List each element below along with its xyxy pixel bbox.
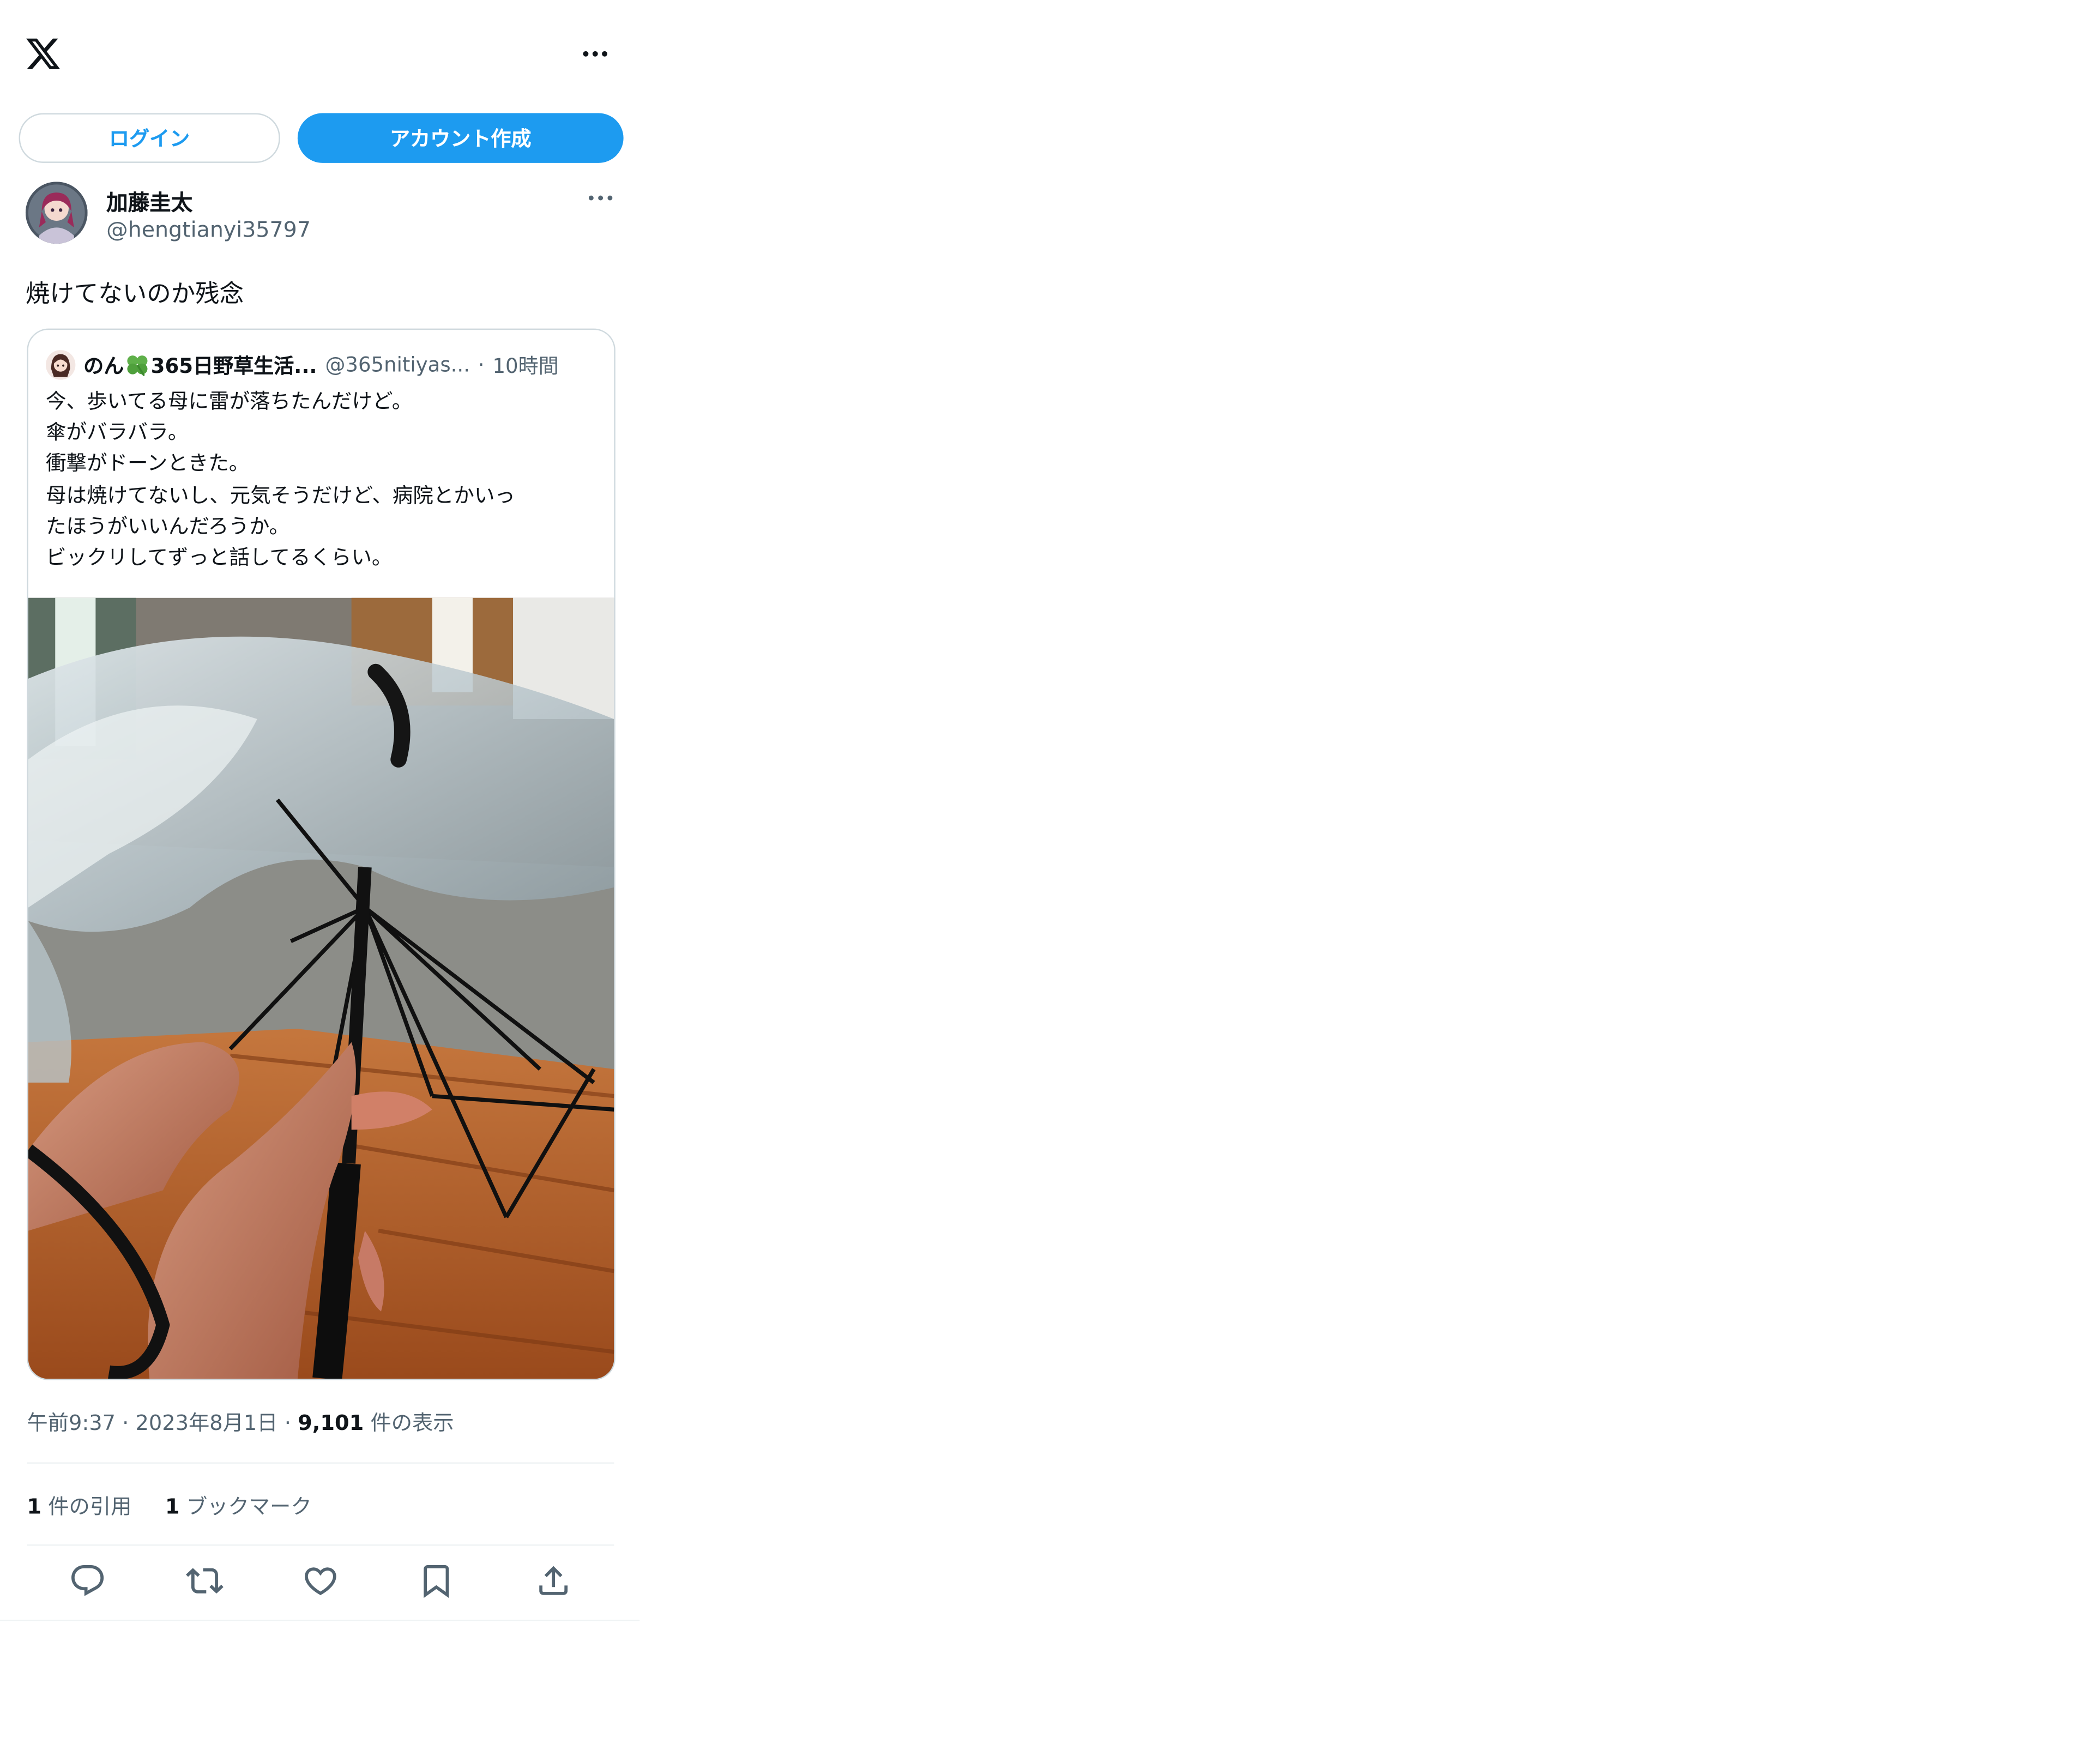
separator-dot: ·	[284, 1411, 291, 1436]
quoted-time[interactable]: 10時間	[492, 351, 558, 379]
divider	[27, 1544, 614, 1546]
tweet-date[interactable]: 2023年8月1日	[136, 1411, 278, 1435]
clover-icon	[127, 354, 148, 376]
share-icon[interactable]	[535, 1562, 572, 1599]
bookmarks-count: 1	[165, 1494, 180, 1519]
reply-icon[interactable]	[69, 1562, 106, 1599]
tweet-text: 焼けてないのか残念	[25, 280, 244, 309]
more-horizontal-icon[interactable]	[576, 40, 614, 67]
quoted-tweet[interactable]: のん 365日野草生活... @365nitiyas... · 10時間 今、歩…	[27, 328, 615, 1380]
views-label: 件の表示	[370, 1411, 454, 1436]
divider	[27, 1462, 614, 1464]
divider	[0, 1620, 640, 1621]
quoted-text-line: たほうがいいんだろうか。	[45, 514, 290, 539]
tweet-page: ログイン アカウント作成 加藤圭太 @hengtianyi35797 焼けてない…	[0, 0, 640, 1621]
retweet-icon[interactable]	[186, 1562, 224, 1599]
quoted-handle[interactable]: @365nitiyas...	[325, 353, 470, 377]
x-logo-icon[interactable]	[24, 35, 62, 73]
quoted-name-suffix: 365日野草生活...	[150, 353, 317, 378]
quotes-label: 件の引用	[48, 1494, 132, 1519]
tweet-time[interactable]: 午前9:37	[27, 1411, 116, 1435]
quoted-text-line: ビックリしてずっと話してるくらい。	[45, 545, 393, 570]
quoted-avatar[interactable]	[45, 350, 76, 380]
bookmarks-stat[interactable]: 1 ブックマーク	[165, 1490, 312, 1520]
signup-button[interactable]: アカウント作成	[297, 113, 624, 163]
auth-buttons: ログイン アカウント作成	[19, 113, 624, 163]
more-horizontal-icon[interactable]	[583, 187, 618, 209]
login-button[interactable]: ログイン	[19, 113, 280, 163]
author-name[interactable]: 加藤圭太	[106, 184, 192, 216]
quoted-name[interactable]: のん 365日野草生活...	[83, 351, 317, 379]
tweet-meta: 午前9:37 · 2023年8月1日 · 9,101 件の表示	[27, 1407, 454, 1436]
like-icon[interactable]	[301, 1562, 339, 1599]
quotes-stat[interactable]: 1 件の引用	[27, 1490, 131, 1520]
tweet-actions	[27, 1562, 614, 1602]
quoted-text-line: 傘がバラバラ。	[45, 420, 189, 445]
bookmark-icon[interactable]	[418, 1562, 455, 1599]
quoted-text-line: 今、歩いてる母に雷が落ちたんだけど。	[45, 389, 413, 414]
tweet-author: 加藤圭太 @hengtianyi35797	[25, 182, 618, 249]
quotes-count: 1	[27, 1494, 42, 1519]
quoted-tweet-header: のん 365日野草生活... @365nitiyas... · 10時間	[45, 349, 605, 381]
separator-dot: ·	[478, 353, 485, 377]
quoted-photo[interactable]	[28, 597, 614, 1379]
separator-dot: ·	[122, 1411, 129, 1436]
bookmarks-label: ブックマーク	[186, 1494, 312, 1519]
avatar[interactable]	[25, 182, 88, 244]
tweet-stats: 1 件の引用 1 ブックマーク	[27, 1490, 339, 1520]
author-handle[interactable]: @hengtianyi35797	[106, 217, 311, 243]
quoted-text-line: 衝撃がドーンときた。	[45, 451, 250, 476]
quoted-name-prefix: のん	[83, 353, 124, 378]
views-count: 9,101	[298, 1411, 364, 1436]
quoted-text: 今、歩いてる母に雷が落ちたんだけど。 傘がバラバラ。 衝撃がドーンときた。 母は…	[46, 387, 598, 574]
quoted-text-line: 母は焼けてないし、元気そうだけど、病院とかいっ	[45, 482, 515, 508]
top-bar	[0, 0, 639, 111]
